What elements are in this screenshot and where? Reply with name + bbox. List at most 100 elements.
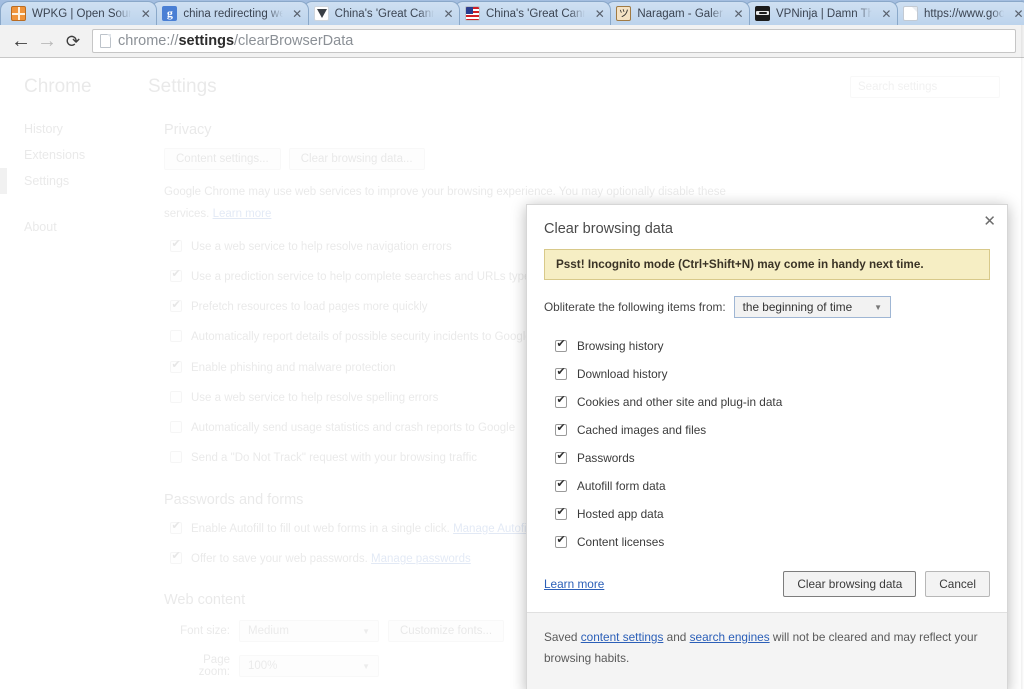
- tab-close-icon[interactable]: ✕: [593, 7, 606, 21]
- checkbox[interactable]: [170, 359, 182, 373]
- page-zoom-select[interactable]: 100% ▼: [239, 655, 379, 678]
- shield-icon: [313, 6, 329, 21]
- clear-data-option-row[interactable]: Passwords: [544, 444, 990, 472]
- checkbox[interactable]: [555, 534, 567, 548]
- confirm-clear-button[interactable]: Clear browsing data: [783, 571, 917, 597]
- search-settings-input[interactable]: Search settings: [850, 76, 1000, 98]
- checkbox[interactable]: [555, 478, 567, 492]
- chevron-down-icon: ▼: [362, 661, 370, 671]
- page-info-icon[interactable]: [100, 34, 111, 48]
- browser-tab[interactable]: Naragam - Galerie ✕: [605, 1, 750, 25]
- tab-close-icon[interactable]: ✕: [442, 7, 455, 21]
- font-size-value: Medium: [248, 625, 289, 638]
- font-size-label: Font size:: [180, 625, 230, 638]
- browser-tab[interactable]: China's 'Great Canno ✕: [302, 1, 460, 25]
- chrome-brand-label: Chrome: [24, 76, 92, 97]
- chevron-down-icon: ▼: [874, 302, 883, 312]
- tab-close-icon[interactable]: ✕: [291, 7, 304, 21]
- privacy-option-label: Use a web service to help resolve spelli…: [191, 391, 439, 404]
- privacy-option-label: Prefetch resources to load pages more qu…: [191, 301, 428, 314]
- checkbox[interactable]: [170, 299, 182, 313]
- checkbox[interactable]: [170, 330, 182, 343]
- omnibox-scheme: chrome://: [118, 33, 179, 49]
- content-settings-button[interactable]: Content settings...: [164, 148, 281, 170]
- font-size-select[interactable]: Medium ▼: [239, 620, 379, 643]
- clear-data-option-row[interactable]: Download history: [544, 360, 990, 388]
- time-range-select[interactable]: the beginning of time ▼: [733, 296, 892, 318]
- option-text: Enable Autofill to fill out web forms in…: [191, 522, 450, 535]
- time-range-value: the beginning of time: [742, 300, 853, 314]
- browser-window: WPKG | Open Source ✕ g china redirecting we…: [0, 0, 1024, 689]
- checkbox[interactable]: [170, 451, 182, 464]
- close-icon[interactable]: ✕: [983, 214, 996, 229]
- tab-title: China's 'Great Canno: [334, 7, 434, 20]
- privacy-option-label: Send a "Do Not Track" request with your …: [191, 452, 477, 465]
- browser-tab[interactable]: China's 'Great Canno ✕: [453, 1, 612, 25]
- clear-data-option-row[interactable]: Content licenses: [544, 528, 990, 556]
- sidebar-item-history[interactable]: History: [0, 116, 148, 142]
- time-range-row: Obliterate the following items from: the…: [544, 296, 990, 318]
- incognito-hint-banner: Psst! Incognito mode (Ctrl+Shift+N) may …: [544, 249, 990, 280]
- browser-tab[interactable]: https://www.goog ✕: [891, 1, 1024, 25]
- tab-title: China's 'Great Canno: [485, 7, 586, 20]
- tab-close-icon[interactable]: ✕: [880, 7, 893, 21]
- clear-data-option-label: Cookies and other site and plug-in data: [577, 395, 783, 409]
- clear-data-option-row[interactable]: Hosted app data: [544, 500, 990, 528]
- checkbox[interactable]: [555, 366, 567, 380]
- naragam-icon: [616, 6, 632, 21]
- checkbox[interactable]: [170, 238, 182, 252]
- tab-close-icon[interactable]: ✕: [1012, 7, 1024, 21]
- password-form-option-label: Offer to save your web passwords. Manage…: [191, 551, 471, 568]
- checkbox[interactable]: [170, 268, 182, 282]
- sidebar-item-about[interactable]: About: [0, 214, 148, 240]
- checkbox[interactable]: [555, 422, 567, 436]
- clear-data-option-row[interactable]: Autofill form data: [544, 472, 990, 500]
- privacy-option-label: Use a web service to help resolve naviga…: [191, 240, 452, 253]
- tab-strip: WPKG | Open Source ✕ g china redirecting we…: [0, 0, 1024, 25]
- option-text: Offer to save your web passwords.: [191, 552, 368, 565]
- clear-browsing-data-button[interactable]: Clear browsing data...: [288, 148, 425, 170]
- page-zoom-label: Page zoom:: [198, 654, 230, 679]
- privacy-option-label: Enable phishing and malware protection: [191, 361, 396, 374]
- checkbox[interactable]: [170, 390, 182, 403]
- tab-close-icon[interactable]: ✕: [732, 7, 745, 21]
- forward-icon[interactable]: →: [34, 28, 60, 54]
- checkbox[interactable]: [555, 450, 567, 464]
- clear-data-option-label: Hosted app data: [577, 507, 664, 521]
- browser-tab[interactable]: VPNinja | Damn The ✕: [744, 1, 898, 25]
- clear-browsing-data-dialog: ✕ Clear browsing data Psst! Incognito mo…: [526, 204, 1008, 689]
- sidebar-item-extensions[interactable]: Extensions: [0, 142, 148, 168]
- checkbox[interactable]: [170, 421, 182, 434]
- dialog-learn-more-link[interactable]: Learn more: [544, 577, 604, 591]
- checkbox[interactable]: [170, 520, 182, 534]
- content-settings-link[interactable]: content settings: [581, 630, 664, 644]
- time-range-label: Obliterate the following items from:: [544, 300, 726, 314]
- clear-data-option-row[interactable]: Cookies and other site and plug-in data: [544, 388, 990, 416]
- search-engines-link[interactable]: search engines: [690, 630, 770, 644]
- browser-tab[interactable]: WPKG | Open Source ✕: [0, 1, 158, 25]
- checkbox[interactable]: [555, 338, 567, 352]
- back-icon[interactable]: ←: [8, 28, 34, 54]
- sidebar-item-settings[interactable]: Settings: [0, 168, 148, 194]
- grid-orange-icon: [11, 6, 26, 21]
- google-g-icon: g: [162, 6, 178, 21]
- browser-tab[interactable]: g china redirecting web ✕: [151, 1, 309, 25]
- checkbox[interactable]: [555, 394, 567, 408]
- tab-title: WPKG | Open Source: [32, 7, 131, 20]
- checkbox[interactable]: [170, 550, 182, 564]
- checkbox[interactable]: [555, 506, 567, 520]
- reload-icon[interactable]: ⟳: [60, 28, 86, 54]
- privacy-learn-more-link[interactable]: Learn more: [213, 208, 272, 220]
- clear-data-option-row[interactable]: Browsing history: [544, 332, 990, 360]
- cancel-button[interactable]: Cancel: [925, 571, 990, 597]
- dialog-action-row: Learn more Clear browsing data Cancel: [527, 555, 1007, 612]
- clear-data-option-row[interactable]: Cached images and files: [544, 416, 990, 444]
- tab-title: VPNinja | Damn The: [776, 7, 872, 20]
- clear-data-option-label: Passwords: [577, 451, 635, 465]
- customize-fonts-button[interactable]: Customize fonts...: [388, 620, 505, 643]
- privacy-heading: Privacy: [164, 122, 212, 138]
- browser-toolbar: ← → ⟳ chrome://settings/clearBrowserData: [0, 25, 1024, 58]
- option-link[interactable]: Manage passwords: [371, 553, 471, 565]
- address-bar[interactable]: chrome://settings/clearBrowserData: [92, 29, 1016, 53]
- tab-close-icon[interactable]: ✕: [139, 7, 152, 21]
